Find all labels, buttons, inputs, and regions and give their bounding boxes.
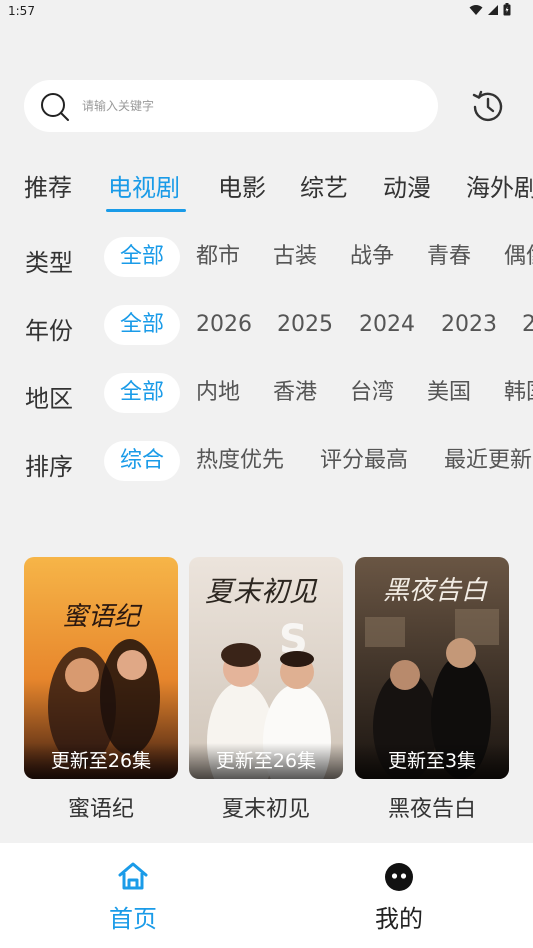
chip-sort-popular[interactable]: 热度优先 — [196, 441, 284, 481]
tab-tv-series[interactable]: 电视剧 — [108, 168, 180, 203]
chip-year-2024[interactable]: 2024 — [359, 305, 415, 345]
tab-underline — [106, 209, 186, 212]
show-card[interactable]: 蜜语纪 更新至26集 蜜语纪 — [24, 557, 178, 822]
category-tabs: 推荐 电视剧 电影 综艺 动漫 海外剧 — [0, 162, 533, 216]
chip-type-youth[interactable]: 青春 — [427, 237, 471, 277]
chip-type-idol[interactable]: 偶像 — [504, 237, 533, 277]
tab-overseas[interactable]: 海外剧 — [466, 168, 533, 203]
tab-anime[interactable]: 动漫 — [383, 168, 431, 203]
poster-image[interactable]: S 夏末初见 更新至26集 — [189, 557, 343, 779]
chip-region-taiwan[interactable]: 台湾 — [350, 373, 394, 413]
chip-type-war[interactable]: 战争 — [350, 237, 394, 277]
chip-year-2023[interactable]: 2023 — [441, 305, 497, 345]
filter-label-year: 年份 — [25, 317, 73, 345]
show-title[interactable]: 蜜语纪 — [24, 791, 178, 823]
chip-year-2025[interactable]: 2025 — [277, 305, 333, 345]
poster-title-text: 蜜语纪 — [62, 602, 143, 632]
chip-region-hongkong[interactable]: 香港 — [273, 373, 317, 413]
search-bar[interactable] — [24, 80, 438, 132]
nav-mine-label: 我的 — [375, 905, 423, 933]
chip-region-korea[interactable]: 韩国 — [504, 373, 533, 413]
chip-sort-overall[interactable]: 综合 — [104, 441, 180, 481]
update-badge: 更新至26集 — [189, 743, 343, 779]
show-title[interactable]: 黑夜告白 — [355, 791, 509, 823]
profile-icon — [385, 863, 413, 891]
chip-region-mainland[interactable]: 内地 — [196, 373, 240, 413]
update-badge: 更新至3集 — [355, 743, 509, 779]
tab-movie[interactable]: 电影 — [218, 168, 266, 203]
show-card[interactable]: 黑夜告白 更新至3集 黑夜告白 — [355, 557, 509, 822]
filter-label-region: 地区 — [25, 385, 73, 413]
filter-row-type: 类型 全部 都市 古装 战争 青春 偶像 — [0, 237, 533, 281]
chip-year-2022[interactable]: 2022 — [522, 305, 533, 345]
chip-sort-top-rated[interactable]: 评分最高 — [320, 441, 408, 481]
chip-region-all[interactable]: 全部 — [104, 373, 180, 413]
nav-home[interactable]: 首页 — [0, 843, 266, 948]
nav-mine[interactable]: 我的 — [266, 843, 532, 948]
filter-row-sort: 排序 综合 热度优先 评分最高 最近更新 — [0, 441, 533, 485]
poster-image[interactable]: 黑夜告白 更新至3集 — [355, 557, 509, 779]
nav-home-label: 首页 — [109, 905, 157, 933]
history-icon[interactable] — [470, 89, 506, 125]
update-badge: 更新至26集 — [24, 743, 178, 779]
wifi-icon — [469, 4, 483, 15]
chip-type-costume[interactable]: 古装 — [273, 237, 317, 277]
battery-icon — [503, 3, 511, 16]
chip-region-usa[interactable]: 美国 — [427, 373, 471, 413]
status-icons — [469, 3, 511, 16]
chip-sort-recent[interactable]: 最近更新 — [444, 441, 532, 481]
chip-year-all[interactable]: 全部 — [104, 305, 180, 345]
chip-year-2026[interactable]: 2026 — [196, 305, 252, 345]
status-bar: 1:57 — [0, 0, 533, 24]
tab-recommend[interactable]: 推荐 — [24, 168, 72, 203]
poster-title-text: 夏末初见 — [205, 575, 318, 608]
search-icon — [41, 93, 69, 121]
chip-type-urban[interactable]: 都市 — [196, 237, 240, 277]
tab-variety[interactable]: 综艺 — [300, 168, 348, 203]
search-input[interactable] — [82, 94, 422, 118]
show-card[interactable]: S 夏末初见 更新至26集 夏末初见 — [189, 557, 343, 822]
show-title[interactable]: 夏末初见 — [189, 791, 343, 823]
filter-label-sort: 排序 — [25, 453, 73, 481]
poster-title-text: 黑夜告白 — [383, 576, 488, 606]
chip-type-all[interactable]: 全部 — [104, 237, 180, 277]
filter-row-year: 年份 全部 2026 2025 2024 2023 2022 — [0, 305, 533, 349]
filter-row-region: 地区 全部 内地 香港 台湾 美国 韩国 — [0, 373, 533, 417]
poster-image[interactable]: 蜜语纪 更新至26集 — [24, 557, 178, 779]
signal-icon — [488, 4, 498, 15]
home-icon — [118, 862, 148, 890]
bottom-navigation: 首页 我的 — [0, 843, 533, 948]
status-time: 1:57 — [8, 4, 35, 18]
filter-label-type: 类型 — [25, 249, 73, 277]
